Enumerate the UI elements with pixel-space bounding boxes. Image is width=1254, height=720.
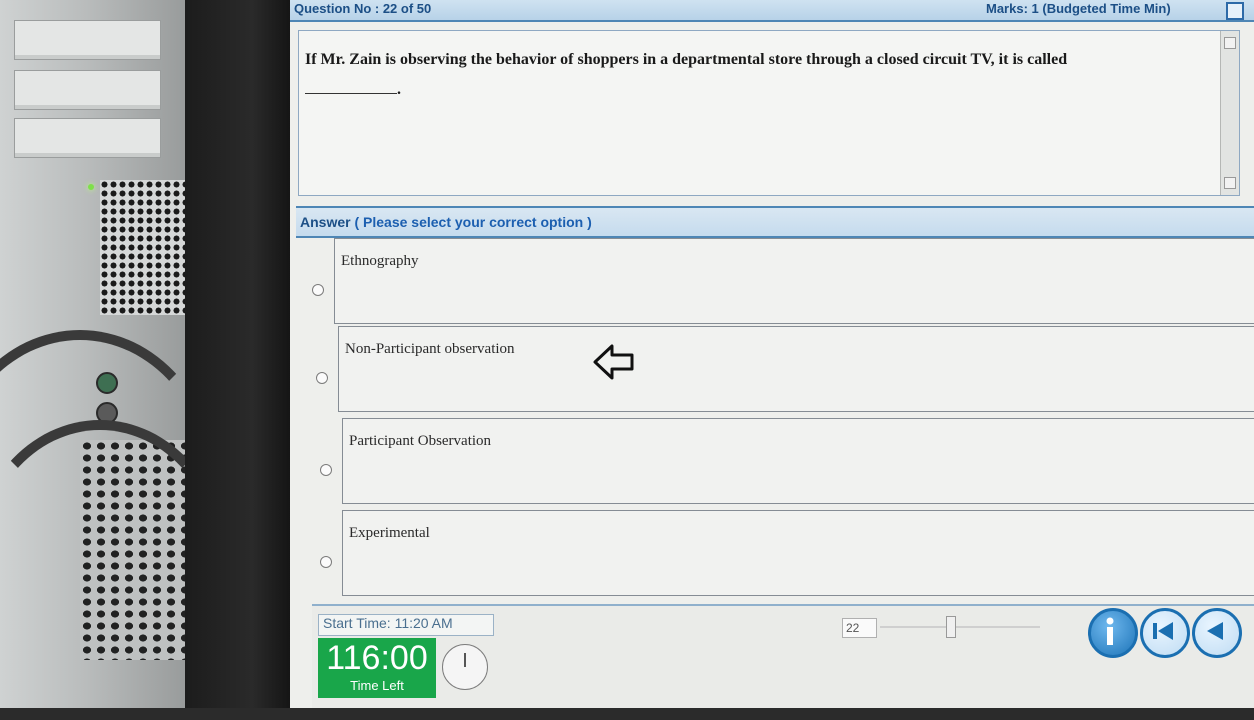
skip-first-icon [1153, 622, 1173, 640]
power-led [88, 184, 94, 190]
left-arrow-outline-icon [593, 344, 634, 380]
option-3[interactable]: Participant Observation [320, 418, 1254, 504]
question-text: If Mr. Zain is observing the behavior of… [305, 51, 1068, 68]
option-4-box[interactable]: Experimental [342, 510, 1254, 596]
time-left-panel: 116:00 Time Left [318, 638, 436, 698]
info-icon [1106, 617, 1114, 645]
page-number-field[interactable]: 22 [842, 618, 877, 638]
option-3-radio[interactable] [320, 464, 332, 476]
start-time: Start Time: 11:20 AM [318, 614, 494, 636]
info-button[interactable] [1088, 608, 1138, 658]
scroll-up-button[interactable] [1224, 37, 1236, 49]
answer-title: Answer ( Please select your correct opti… [300, 214, 592, 230]
question-slider-thumb[interactable] [946, 616, 956, 638]
drive-bay [14, 70, 161, 110]
blank-suffix: . [397, 81, 401, 98]
first-question-button[interactable] [1140, 608, 1190, 658]
option-2-label: Non-Participant observation [345, 341, 515, 357]
clock-icon [442, 644, 488, 690]
option-1-box[interactable]: Ethnography [334, 238, 1254, 324]
option-4-radio[interactable] [320, 556, 332, 568]
question-number: Question No : 22 of 50 [294, 1, 432, 16]
option-1-label: Ethnography [341, 253, 419, 269]
option-4[interactable]: Experimental [320, 510, 1254, 596]
answer-header: Answer ( Please select your correct opti… [296, 206, 1254, 238]
option-2-box[interactable]: Non-Participant observation [338, 326, 1254, 412]
exam-screen: Question No : 22 of 50 Marks: 1 (Budgete… [290, 0, 1254, 708]
navigation-buttons [1088, 608, 1254, 658]
drive-bay [14, 20, 161, 60]
time-left-label: Time Left [350, 678, 404, 693]
previous-question-button[interactable] [1192, 608, 1242, 658]
marks-label: Marks: 1 (Budgeted Time Min) [986, 1, 1171, 16]
option-2-radio[interactable] [316, 372, 328, 384]
option-2[interactable]: Non-Participant observation [316, 326, 1254, 412]
answer-blank [305, 93, 397, 94]
option-1[interactable]: Ethnography [312, 238, 1254, 324]
footer-bar: Start Time: 11:20 AM 116:00 Time Left 22 [312, 604, 1254, 708]
computer-tower [0, 0, 230, 708]
scroll-down-button[interactable] [1224, 177, 1236, 189]
drive-bay [14, 118, 161, 158]
question-text-block: If Mr. Zain is observing the behavior of… [305, 45, 1185, 105]
option-3-box[interactable]: Participant Observation [342, 418, 1254, 504]
option-3-label: Participant Observation [349, 433, 492, 449]
question-scrollbar[interactable] [1220, 31, 1239, 195]
previous-icon [1207, 622, 1223, 640]
question-box: If Mr. Zain is observing the behavior of… [298, 30, 1240, 196]
window-toggle-button[interactable] [1226, 2, 1244, 20]
question-slider[interactable] [880, 626, 1040, 628]
vent-grille [100, 180, 195, 315]
option-1-radio[interactable] [312, 284, 324, 296]
option-4-label: Experimental [349, 525, 430, 541]
time-left-value: 116:00 [326, 639, 428, 677]
answer-title-text: Answer [300, 214, 351, 230]
question-header: Question No : 22 of 50 Marks: 1 (Budgete… [290, 0, 1254, 22]
monitor-bezel [185, 0, 297, 708]
answer-hint: ( Please select your correct option ) [354, 214, 592, 230]
